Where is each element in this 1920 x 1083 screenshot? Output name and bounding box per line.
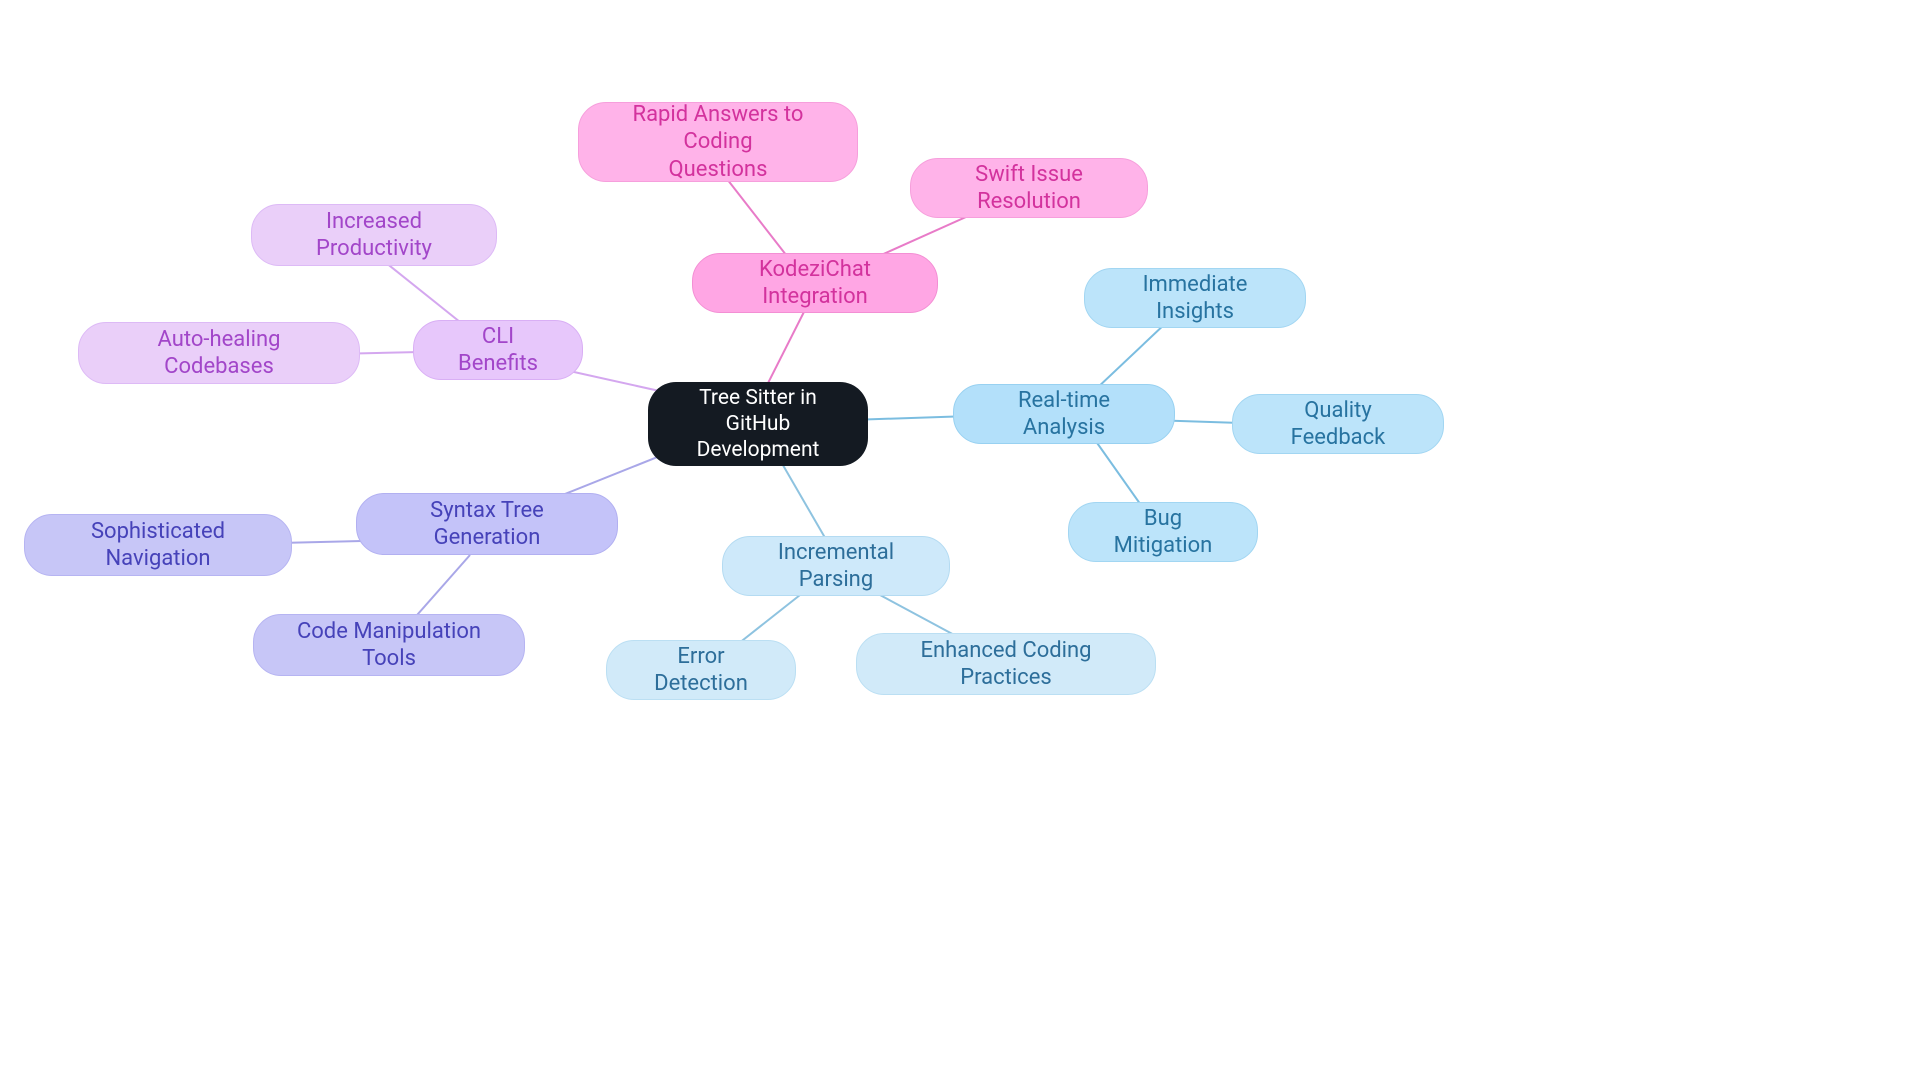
node-label: Rapid Answers to Coding Questions	[605, 101, 831, 184]
node-sophisticated-navigation[interactable]: Sophisticated Navigation	[24, 514, 292, 576]
node-immediate-insights[interactable]: Immediate Insights	[1084, 268, 1306, 328]
node-error-detection[interactable]: Error Detection	[606, 640, 796, 700]
node-bug-mitigation[interactable]: Bug Mitigation	[1068, 502, 1258, 562]
node-auto-healing[interactable]: Auto-healing Codebases	[78, 322, 360, 384]
root-node[interactable]: Tree Sitter in GitHub Development	[648, 382, 868, 466]
node-quality-feedback[interactable]: Quality Feedback	[1232, 394, 1444, 454]
node-label: Syntax Tree Generation	[383, 497, 591, 552]
node-rapid-answers[interactable]: Rapid Answers to Coding Questions	[578, 102, 858, 182]
node-label: Increased Productivity	[278, 208, 470, 263]
mindmap-canvas: Tree Sitter in GitHub Development Kodezi…	[0, 0, 1920, 1083]
node-label: KodeziChat Integration	[719, 256, 911, 311]
node-label: Swift Issue Resolution	[937, 161, 1121, 216]
node-label: Auto-healing Codebases	[105, 326, 333, 381]
node-swift-issue[interactable]: Swift Issue Resolution	[910, 158, 1148, 218]
root-label: Tree Sitter in GitHub Development	[674, 385, 842, 464]
node-label: Error Detection	[633, 643, 769, 698]
node-label: Immediate Insights	[1111, 271, 1279, 326]
node-code-manipulation[interactable]: Code Manipulation Tools	[253, 614, 525, 676]
branch-incremental-parsing[interactable]: Incremental Parsing	[722, 536, 950, 596]
node-label: Bug Mitigation	[1095, 505, 1231, 560]
branch-syntax-tree[interactable]: Syntax Tree Generation	[356, 493, 618, 555]
node-enhanced-coding[interactable]: Enhanced Coding Practices	[856, 633, 1156, 695]
node-increased-productivity[interactable]: Increased Productivity	[251, 204, 497, 266]
branch-realtime-analysis[interactable]: Real-time Analysis	[953, 384, 1175, 444]
node-label: CLI Benefits	[440, 323, 556, 378]
node-label: Enhanced Coding Practices	[883, 637, 1129, 692]
node-label: Real-time Analysis	[980, 387, 1148, 442]
node-label: Incremental Parsing	[749, 539, 923, 594]
node-label: Quality Feedback	[1259, 397, 1417, 452]
node-label: Code Manipulation Tools	[280, 618, 498, 673]
branch-cli-benefits[interactable]: CLI Benefits	[413, 320, 583, 380]
branch-kodezichat[interactable]: KodeziChat Integration	[692, 253, 938, 313]
node-label: Sophisticated Navigation	[51, 518, 265, 573]
